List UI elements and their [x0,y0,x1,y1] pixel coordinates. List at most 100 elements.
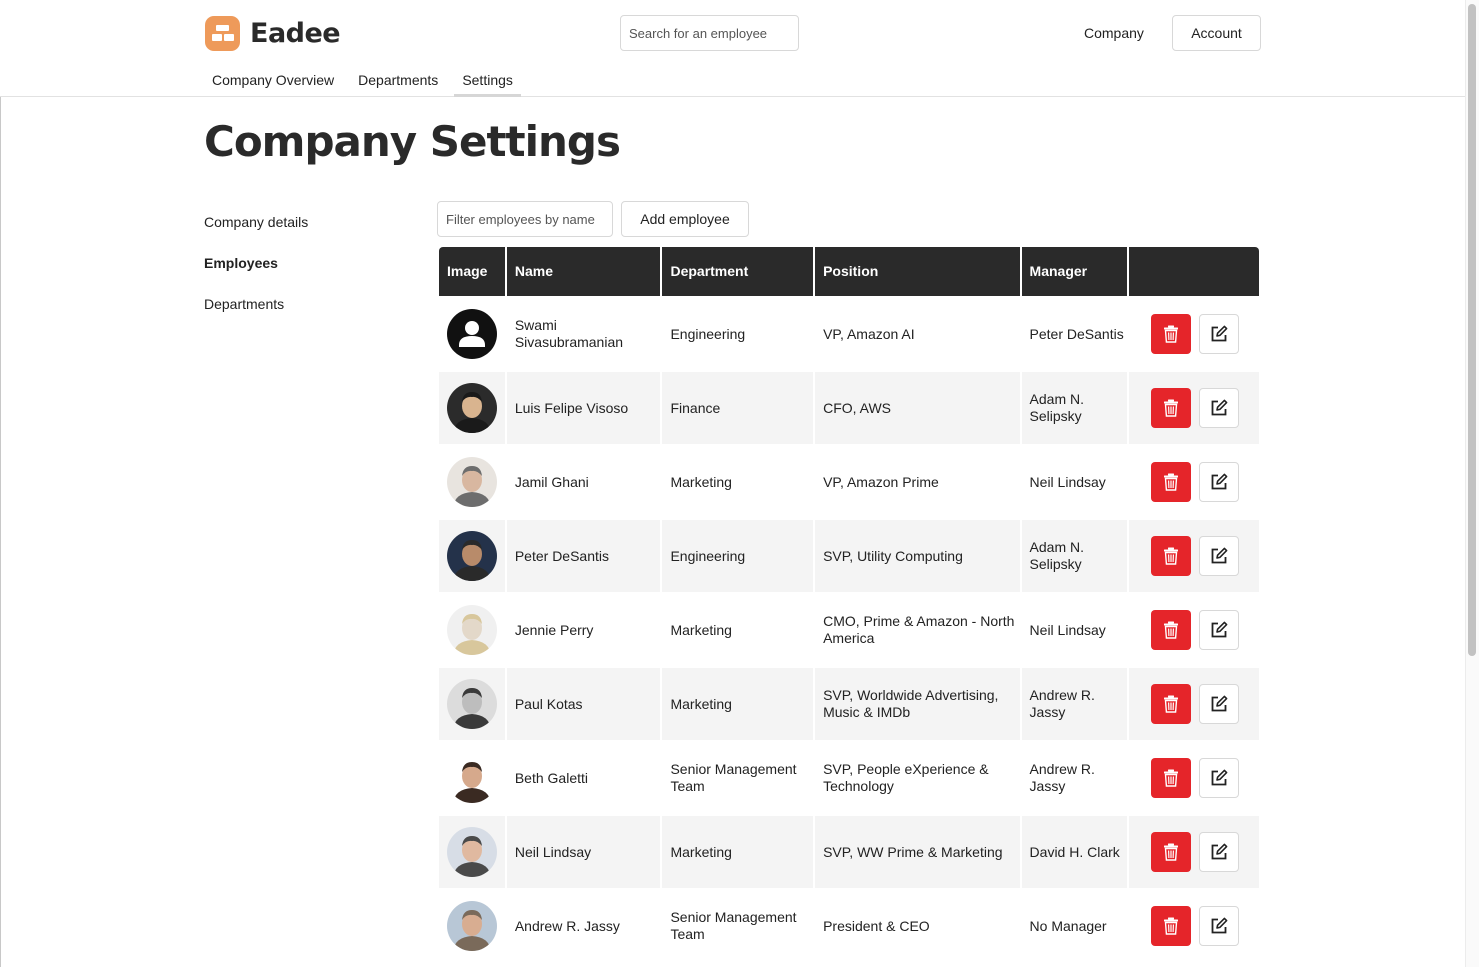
edit-icon [1211,917,1228,934]
cell-position-text: SVP, Worldwide Advertising, Music & IMDb [823,687,999,720]
cell-department: Marketing [662,816,814,888]
delete-employee-button[interactable] [1151,832,1192,872]
add-employee-button[interactable]: Add employee [621,201,749,237]
table-body: Swami Sivasubramanian Engineering VP, Amaz… [439,298,1259,962]
cell-department-text: Finance [670,399,721,416]
cell-department-text: Engineering [670,547,746,564]
cell-position: CMO, Prime & Amazon - North America [815,594,1020,666]
delete-employee-button[interactable] [1151,462,1192,502]
edit-icon [1211,621,1228,638]
edit-employee-button[interactable] [1199,684,1240,724]
company-link[interactable]: Company [1070,15,1158,51]
cell-department: Marketing [662,446,814,518]
cell-actions [1129,520,1259,592]
cell-position: SVP, Worldwide Advertising, Music & IMDb [815,668,1020,740]
cell-manager-text: Peter DeSantis [1029,325,1124,342]
table-row: Swami Sivasubramanian Engineering VP, Amaz… [439,298,1259,370]
trash-icon [1164,843,1179,861]
cell-position: SVP, Utility Computing [815,520,1020,592]
column-header-manager: Manager [1021,247,1128,296]
cell-name-text: Peter DeSantis [514,547,610,564]
trash-icon [1164,917,1179,935]
edit-employee-button[interactable] [1199,832,1240,872]
account-button[interactable]: Account [1172,15,1261,51]
cell-name: Peter DeSantis [506,520,661,592]
edit-employee-button[interactable] [1199,462,1240,502]
cell-image [439,298,505,370]
sidenav-item-company-details[interactable]: Company details [204,212,308,253]
cell-manager-text: Neil Lindsay [1029,621,1106,638]
edit-employee-button[interactable] [1199,314,1240,354]
cell-name: Jamil Ghani [506,446,661,518]
delete-employee-button[interactable] [1151,758,1192,798]
cell-name: Neil Lindsay [506,816,661,888]
avatar [447,457,497,507]
window-edge [0,0,1,967]
table-header: Image Name Department Position Manager [439,247,1259,296]
column-header-name: Name [506,247,661,296]
edit-employee-button[interactable] [1199,536,1240,576]
top-bar: Eadee Company Account Company Overview D… [0,0,1465,97]
sidenav-item-departments[interactable]: Departments [204,294,308,335]
filter-employees-input[interactable] [437,201,613,237]
employee-search-input[interactable] [620,15,799,51]
cell-department-text: Engineering [670,325,746,342]
cell-position-text: President & CEO [823,917,930,934]
edit-employee-button[interactable] [1199,758,1240,798]
tab-company-overview[interactable]: Company Overview [204,64,342,97]
delete-employee-button[interactable] [1151,684,1192,724]
edit-employee-button[interactable] [1199,610,1240,650]
settings-sidenav: Company details Employees Departments [204,212,308,335]
table-row: Beth Galetti Senior Management Team SVP, P… [439,742,1259,814]
delete-employee-button[interactable] [1151,906,1192,946]
cell-name-text: Beth Galetti [514,769,588,786]
cell-name: Andrew R. Jassy [506,890,661,962]
cell-department: Senior Management Team [662,742,814,814]
tab-departments[interactable]: Departments [350,64,446,97]
cell-position: VP, Amazon AI [815,298,1020,370]
trash-icon [1164,621,1179,639]
table-row: Neil Lindsay Marketing SVP, WW Prime & Mar… [439,816,1259,888]
cell-actions [1129,742,1259,814]
tab-settings[interactable]: Settings [454,64,521,97]
cell-manager-text: Andrew R. Jassy [1029,761,1095,794]
table-row: Peter DeSantis Engineering SVP, Utility Co… [439,520,1259,592]
cell-image [439,446,505,518]
cell-image [439,816,505,888]
cell-image [439,890,505,962]
delete-employee-button[interactable] [1151,388,1192,428]
cell-name: Paul Kotas [506,668,661,740]
edit-icon [1211,769,1228,786]
delete-employee-button[interactable] [1151,536,1192,576]
sidenav-item-employees[interactable]: Employees [204,253,308,294]
brand-logo[interactable]: Eadee [205,16,341,51]
cell-manager-text: No Manager [1029,917,1107,934]
cell-name: Jennie Perry [506,594,661,666]
table-row: Andrew R. Jassy Senior Management Team Pre… [439,890,1259,962]
cell-image [439,742,505,814]
edit-employee-button[interactable] [1199,906,1240,946]
trash-icon [1164,399,1179,417]
column-header-position: Position [815,247,1020,296]
edit-icon [1211,843,1228,860]
delete-employee-button[interactable] [1151,314,1192,354]
cell-department: Marketing [662,668,814,740]
cell-department: Engineering [662,520,814,592]
employees-table: Image Name Department Position Manager S… [439,247,1259,962]
edit-icon [1211,473,1228,490]
cell-position-text: SVP, People eXperience & Technology [823,761,989,794]
cell-department-text: Marketing [670,621,732,638]
cell-manager: David H. Clark [1021,816,1128,888]
avatar-placeholder-icon [447,309,497,359]
cell-department-text: Senior Management Team [670,761,797,794]
cell-manager: No Manager [1021,890,1128,962]
edit-employee-button[interactable] [1199,388,1240,428]
cell-name-text: Andrew R. Jassy [514,917,620,934]
trash-icon [1164,325,1179,343]
cell-manager-text: Adam N. Selipsky [1029,391,1085,424]
cell-name-text: Paul Kotas [514,695,583,712]
scrollbar-thumb[interactable] [1468,4,1476,656]
delete-employee-button[interactable] [1151,610,1192,650]
main-tabs: Company Overview Departments Settings [204,64,529,97]
logo-icon [205,16,240,51]
